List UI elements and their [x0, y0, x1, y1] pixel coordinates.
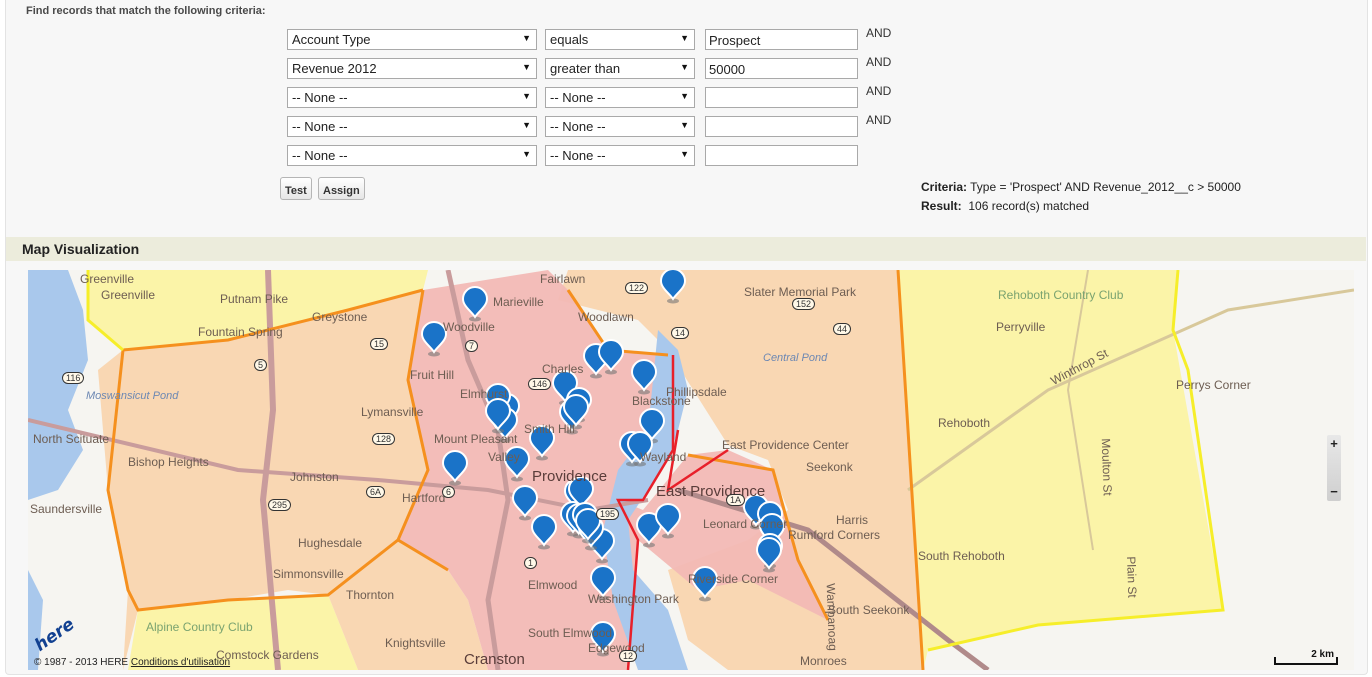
- map-section-title: Map Visualization: [22, 241, 140, 257]
- field-select[interactable]: -- None -- ▼: [287, 116, 537, 137]
- field-select[interactable]: Account Type ▼: [287, 29, 537, 50]
- field-select-value: -- None --: [292, 119, 348, 134]
- criteria-label: Criteria:: [921, 180, 968, 194]
- value-input[interactable]: [705, 29, 858, 50]
- operator-select-value: equals: [550, 32, 589, 47]
- route-shield: 195: [596, 508, 620, 520]
- zoom-out-button[interactable]: −: [1327, 485, 1341, 499]
- route-shield: 1A: [726, 494, 746, 506]
- route-shield: 44: [833, 323, 852, 335]
- zoom-control: + −: [1327, 435, 1341, 501]
- chevron-down-icon: ▼: [680, 149, 689, 159]
- field-select[interactable]: -- None -- ▼: [287, 87, 537, 108]
- operator-select[interactable]: -- None -- ▼: [545, 116, 695, 137]
- operator-select-value: -- None --: [550, 148, 606, 163]
- result-label: Result:: [921, 199, 962, 213]
- operator-select[interactable]: greater than ▼: [545, 58, 695, 79]
- map-view[interactable]: Greenville Greenville Putnam Pike Greystone…: [28, 270, 1354, 670]
- criteria-summary: Criteria: Type = 'Prospect' AND Revenue_…: [921, 180, 1241, 194]
- route-shield: 116: [62, 372, 85, 384]
- terms-link[interactable]: Conditions d'utilisation: [131, 657, 230, 668]
- and-connector: AND: [866, 113, 892, 127]
- chevron-down-icon: ▼: [680, 120, 689, 130]
- chevron-down-icon: ▼: [680, 91, 689, 101]
- criteria-value: Type = 'Prospect' AND Revenue_2012__c > …: [970, 180, 1241, 194]
- operator-select-value: greater than: [550, 61, 621, 76]
- copyright-text: © 1987 - 2013 HERE: [34, 657, 129, 668]
- scale-label: 2 km: [1311, 649, 1334, 660]
- operator-select[interactable]: -- None -- ▼: [545, 145, 695, 166]
- map-copyright: © 1987 - 2013 HERE Conditions d'utilisat…: [34, 657, 230, 668]
- scale-bar: 2 km: [1274, 649, 1338, 665]
- route-shield: 1: [524, 557, 538, 569]
- chevron-down-icon: ▼: [522, 91, 531, 101]
- map-section-header: Map Visualization: [6, 237, 1366, 261]
- value-input[interactable]: [705, 58, 858, 79]
- water-body: [28, 270, 88, 500]
- test-button[interactable]: Test: [280, 177, 312, 200]
- and-connector: AND: [866, 84, 892, 98]
- route-shield: 295: [268, 499, 292, 511]
- chevron-down-icon: ▼: [522, 33, 531, 43]
- field-select-value: Account Type: [292, 32, 371, 47]
- result-summary: Result: 106 record(s) matched: [921, 199, 1089, 213]
- value-input[interactable]: [705, 145, 858, 166]
- route-shield: 15: [370, 338, 389, 350]
- chevron-down-icon: ▼: [680, 62, 689, 72]
- chevron-down-icon: ▼: [522, 62, 531, 72]
- chevron-down-icon: ▼: [522, 120, 531, 130]
- route-shield: 152: [792, 298, 816, 310]
- field-select[interactable]: -- None -- ▼: [287, 145, 537, 166]
- chevron-down-icon: ▼: [680, 33, 689, 43]
- chevron-down-icon: ▼: [522, 149, 531, 159]
- assign-button[interactable]: Assign: [318, 177, 365, 200]
- zoom-in-button[interactable]: +: [1327, 437, 1341, 451]
- result-value: 106 record(s) matched: [968, 199, 1090, 213]
- and-connector: AND: [866, 26, 892, 40]
- operator-select-value: -- None --: [550, 90, 606, 105]
- value-input[interactable]: [705, 87, 858, 108]
- route-shield: 12: [619, 650, 638, 662]
- route-shield: 6: [442, 486, 456, 498]
- operator-select-value: -- None --: [550, 119, 606, 134]
- value-input[interactable]: [705, 116, 858, 137]
- field-select-value: Revenue 2012: [292, 61, 377, 76]
- route-shield: 7: [465, 340, 479, 352]
- route-shield: 6A: [366, 486, 386, 498]
- criteria-intro: Find records that match the following cr…: [26, 5, 266, 17]
- operator-select[interactable]: equals ▼: [545, 29, 695, 50]
- map-layer: [28, 270, 1354, 670]
- operator-select[interactable]: -- None -- ▼: [545, 87, 695, 108]
- route-shield: 146: [528, 378, 552, 390]
- route-shield: 14: [671, 327, 690, 339]
- field-select[interactable]: Revenue 2012 ▼: [287, 58, 537, 79]
- water-body: [28, 570, 43, 670]
- field-select-value: -- None --: [292, 148, 348, 163]
- route-shield: 128: [372, 433, 396, 445]
- and-connector: AND: [866, 55, 892, 69]
- field-select-value: -- None --: [292, 90, 348, 105]
- route-shield: 122: [625, 282, 649, 294]
- route-shield: 5: [254, 359, 268, 371]
